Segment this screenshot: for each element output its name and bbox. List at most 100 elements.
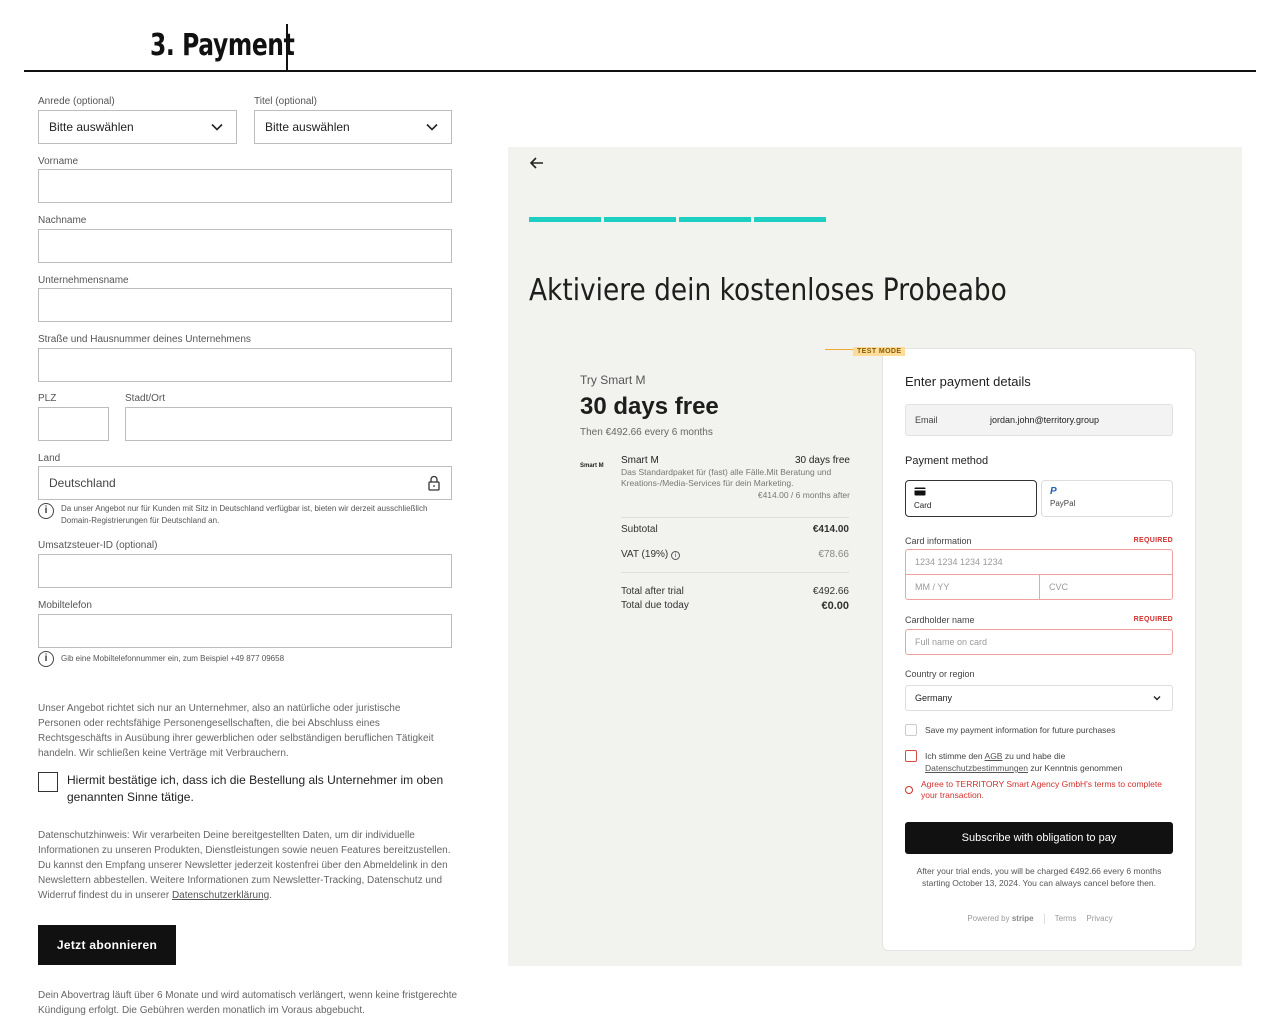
- titel-select[interactable]: Bitte auswählen: [254, 110, 452, 144]
- b2b-notice: Unser Angebot richtet sich nur an Untern…: [38, 703, 434, 759]
- datenschutz-link[interactable]: Datenschutzbestimmungen: [925, 763, 1028, 773]
- stadt-input[interactable]: [125, 407, 452, 441]
- arrow-left-icon[interactable]: [528, 154, 546, 172]
- cardholder-input[interactable]: Full name on card: [905, 629, 1173, 655]
- privacy-link[interactable]: Datenschutzerklärung: [172, 890, 269, 901]
- country-select[interactable]: Germany: [905, 685, 1173, 711]
- privacy-policy-link[interactable]: Privacy: [1086, 914, 1112, 924]
- item-price: 30 days free: [794, 455, 850, 466]
- land-value: Deutschland: [49, 476, 116, 490]
- progress-step-1: [529, 217, 601, 222]
- vat-label-wrap: VAT (19%) i: [621, 549, 681, 560]
- country-label: Country or region: [905, 669, 975, 679]
- try-label: Try Smart M: [580, 373, 646, 387]
- paypal-tab[interactable]: P PayPal: [1041, 480, 1173, 517]
- card-tab-label: Card: [914, 501, 932, 510]
- error-icon: [905, 786, 913, 794]
- vat-value: €78.66: [818, 549, 849, 560]
- unternehmen-label: Unternehmensname: [38, 275, 129, 286]
- test-mode-badge: TEST MODE: [853, 347, 906, 356]
- checkout-panel: Aktiviere dein kostenloses Probeabo Try …: [508, 147, 1242, 966]
- payment-title: Enter payment details: [905, 374, 1031, 389]
- land-info-text: Da unser Angebot nur für Kunden mit Sitz…: [61, 504, 428, 525]
- progress-step-4: [754, 217, 826, 222]
- required-badge: REQUIRED: [1133, 537, 1173, 544]
- then-price: Then €492.66 every 6 months: [580, 427, 713, 438]
- summary-divider: [621, 572, 849, 573]
- stripe-footer: Powered by stripe Terms Privacy: [883, 914, 1197, 924]
- titel-value: Bitte auswählen: [265, 120, 350, 134]
- paypal-tab-label: PayPal: [1050, 499, 1076, 508]
- chevron-down-icon: [426, 123, 438, 131]
- b2b-checkbox-label: Hiermit bestätige ich, dass ich die Best…: [67, 773, 444, 804]
- anrede-select[interactable]: Bitte auswählen: [38, 110, 237, 144]
- titel-label: Titel (optional): [254, 96, 317, 107]
- anrede-label: Anrede (optional): [38, 96, 115, 107]
- vorname-input[interactable]: [38, 169, 452, 203]
- progress-step-3: [679, 217, 751, 222]
- vorname-label: Vorname: [38, 156, 79, 167]
- subscribe-button[interactable]: Subscribe with obligation to pay: [905, 822, 1173, 854]
- total-today-label: Total due today: [621, 600, 689, 611]
- plz-input[interactable]: [38, 407, 109, 441]
- info-icon: i: [38, 503, 54, 519]
- subtotal-label: Subtotal: [621, 524, 658, 535]
- required-badge: REQUIRED: [1133, 616, 1173, 623]
- info-icon[interactable]: i: [671, 551, 681, 560]
- payment-card: Enter payment details Email jordan.john@…: [882, 348, 1196, 951]
- card-tab[interactable]: Card: [905, 480, 1037, 517]
- heading-divider: [24, 70, 1256, 72]
- agb-link[interactable]: AGB: [985, 751, 1003, 761]
- save-info-checkbox[interactable]: [905, 724, 917, 736]
- b2b-checkbox[interactable]: [38, 772, 58, 792]
- terms-error: Agree to TERRITORY Smart Agency GmbH's t…: [921, 779, 1162, 800]
- subtotal-value: €414.00: [812, 524, 849, 535]
- stripe-logo: stripe: [1011, 914, 1034, 923]
- submit-button[interactable]: Jetzt abonnieren: [38, 925, 176, 965]
- terms-suffix: zur Kenntnis genommen: [1028, 763, 1123, 773]
- country-value: Germany: [915, 693, 953, 703]
- save-info-label: Save my payment information for future p…: [925, 725, 1116, 735]
- item-name: Smart M: [621, 455, 659, 466]
- mobil-input[interactable]: [38, 614, 452, 648]
- card-number-input[interactable]: 1234 1234 1234 1234: [905, 549, 1173, 575]
- strasse-input[interactable]: [38, 348, 452, 382]
- nachname-input[interactable]: [38, 229, 452, 263]
- subtotal-row: Subtotal €414.00: [621, 524, 849, 535]
- unternehmen-input[interactable]: [38, 288, 452, 322]
- privacy-end: .: [269, 890, 273, 901]
- credit-card-icon: [914, 487, 926, 496]
- item-after-price: €414.00 / 6 months after: [757, 490, 850, 500]
- terms-link[interactable]: Terms: [1055, 914, 1077, 924]
- terms-middle: zu und habe die: [1002, 751, 1066, 761]
- email-field[interactable]: Email jordan.john@territory.group: [905, 404, 1173, 436]
- vat-label: VAT (19%): [621, 549, 669, 560]
- product-logo: Smart M: [580, 463, 604, 469]
- total-today-row: Total due today €0.00: [621, 600, 849, 612]
- terms-checkbox[interactable]: [905, 750, 917, 762]
- email-value: jordan.john@territory.group: [990, 415, 1100, 425]
- contract-notice: Dein Abovertrag läuft über 6 Monate und …: [38, 990, 458, 1016]
- ust-input[interactable]: [38, 554, 452, 588]
- mobil-info: i Gib eine Mobiltelefonnummer ein, zum B…: [38, 651, 438, 667]
- nachname-label: Nachname: [38, 215, 87, 226]
- ust-label: Umsatzsteuer-ID (optional): [38, 540, 158, 551]
- land-label: Land: [38, 453, 61, 464]
- strasse-label: Straße und Hausnummer deines Unternehmen…: [38, 334, 251, 345]
- text-caret: [286, 24, 288, 70]
- chevron-down-icon: [211, 123, 223, 131]
- anrede-value: Bitte auswählen: [49, 120, 134, 134]
- payment-method-title: Payment method: [905, 455, 989, 467]
- summary-divider: [621, 517, 849, 518]
- total-after-value: €492.66: [812, 586, 849, 597]
- footer-divider: [1043, 914, 1045, 924]
- expiry-input[interactable]: MM / YY: [905, 574, 1040, 600]
- mobil-label: Mobiltelefon: [38, 600, 92, 611]
- info-icon: i: [38, 651, 54, 667]
- total-after-row: Total after trial €492.66: [621, 586, 849, 597]
- page-heading: 3. Payment: [150, 28, 295, 63]
- stadt-label: Stadt/Ort: [125, 393, 166, 404]
- cvc-input[interactable]: CVC: [1039, 574, 1173, 600]
- order-summary: Try Smart M 30 days free Then €492.66 ev…: [580, 373, 850, 438]
- land-info: i Da unser Angebot nur für Kunden mit Si…: [38, 503, 438, 527]
